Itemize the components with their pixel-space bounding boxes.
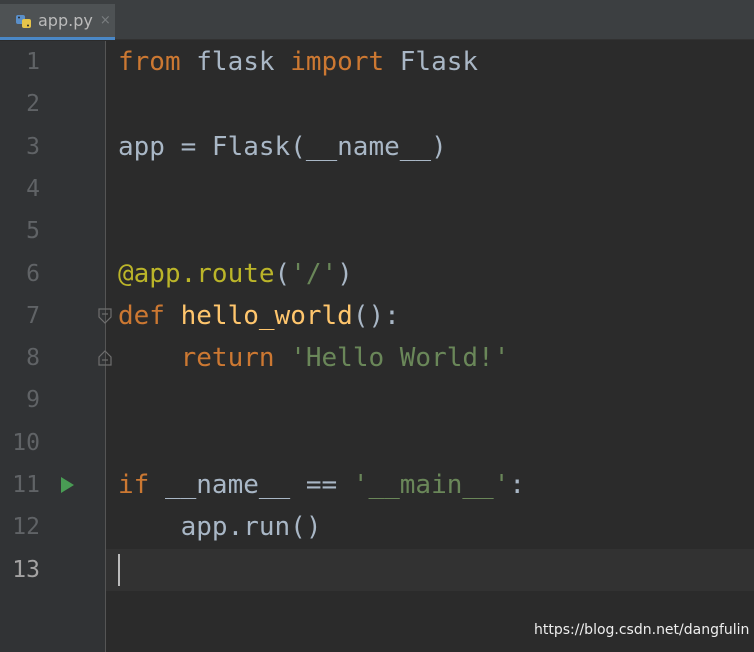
code-line[interactable]: @app.route('/') [118, 253, 353, 295]
run-icon[interactable] [58, 475, 76, 495]
code-token: app.run() [118, 512, 322, 543]
code-token: : [509, 470, 526, 500]
line-number: 8 [26, 345, 40, 372]
current-line-highlight [0, 549, 754, 591]
code-token: flask [180, 47, 291, 77]
code-line[interactable]: from flask import Flask [118, 41, 478, 83]
fold-end-icon[interactable] [95, 348, 115, 368]
line-number: 2 [26, 91, 40, 118]
line-number: 13 [12, 556, 40, 583]
code-token: hello_world [180, 300, 353, 331]
code-token: if [118, 470, 150, 500]
code-token: __name__ == [149, 470, 353, 500]
code-token: '__main__' [352, 470, 510, 500]
python-file-icon [14, 11, 34, 31]
code-token: Flask [384, 47, 479, 77]
code-token: '/' [290, 258, 338, 289]
line-number: 7 [26, 302, 40, 329]
line-number: 5 [26, 218, 40, 245]
line-number: 12 [12, 514, 40, 541]
line-number: 4 [26, 175, 40, 202]
line-number: 1 [26, 49, 40, 75]
tab-app-py[interactable]: app.py × [0, 4, 115, 40]
code-token: (): [352, 300, 400, 331]
line-number: 11 [12, 472, 40, 498]
code-line[interactable]: if __name__ == '__main__': [118, 464, 525, 506]
line-number: 3 [26, 133, 40, 160]
editor-tab-bar: app.py × [0, 0, 754, 40]
line-number: 6 [26, 260, 40, 287]
code-line[interactable]: app.run() [118, 506, 322, 548]
code-line[interactable]: app = Flask(__name__) [118, 126, 447, 168]
code-token: import [290, 47, 385, 77]
code-line[interactable]: def hello_world(): [118, 295, 400, 337]
code-token: 'Hello World!' [290, 343, 510, 374]
line-number: 9 [26, 387, 40, 414]
code-line[interactable]: return 'Hello World!' [118, 337, 510, 379]
code-token: def [118, 300, 165, 331]
line-number: 10 [12, 429, 40, 456]
tab-label: app.py [38, 11, 93, 30]
fold-start-icon[interactable] [95, 306, 115, 326]
gutter-divider [105, 41, 106, 652]
code-token: app = Flask(__name__) [118, 131, 447, 162]
code-token: ) [337, 258, 353, 289]
text-caret [118, 554, 120, 586]
code-token: return [180, 343, 275, 374]
close-icon[interactable]: × [100, 13, 111, 28]
watermark: https://blog.csdn.net/dangfulin [534, 622, 750, 638]
code-token: ( [274, 258, 291, 289]
code-token: from [118, 47, 181, 77]
code-token: @app.route [118, 258, 275, 289]
